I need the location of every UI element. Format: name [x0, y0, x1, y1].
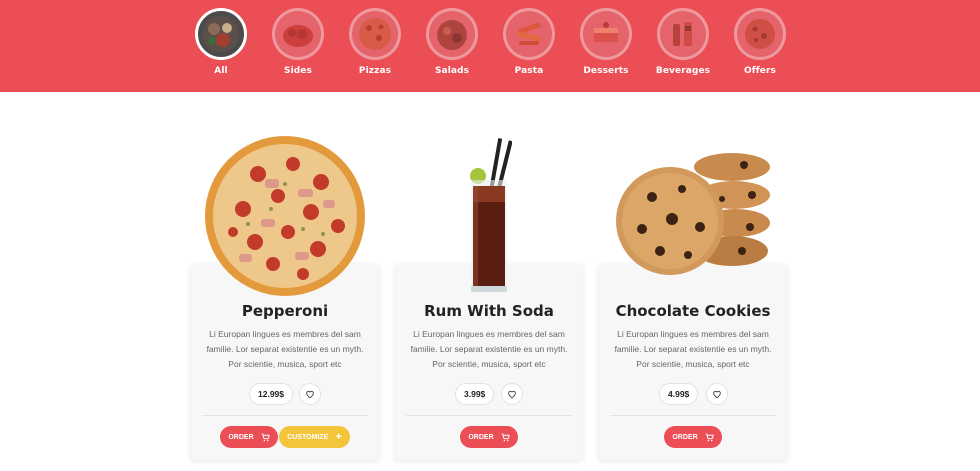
price-badge: 4.99$ [659, 383, 699, 405]
heart-icon [508, 390, 516, 399]
rum-soda-glass-image [470, 138, 512, 292]
product-card-chocolate-cookies: Chocolate Cookies Li Europan lingues es … [599, 264, 787, 460]
product-description: Li Europan lingues es membres del sam fa… [410, 329, 568, 369]
chocolate-cookies-image [616, 153, 770, 275]
cart-icon [501, 433, 510, 441]
order-button[interactable]: ORDER [220, 426, 278, 448]
salad-icon [426, 8, 478, 60]
favorite-button[interactable] [706, 383, 728, 405]
plus-icon: + [335, 430, 342, 443]
product-description: Li Europan lingues es membres del sam fa… [614, 329, 772, 369]
heart-icon [306, 390, 314, 399]
cart-icon [261, 433, 270, 441]
divider [406, 415, 572, 416]
category-label: Offers [744, 66, 776, 76]
favorite-button[interactable] [501, 383, 523, 405]
category-label: Pasta [514, 66, 544, 76]
order-button[interactable]: ORDER [460, 426, 518, 448]
product-title: Pepperoni [241, 302, 329, 320]
category-label: Pizzas [358, 66, 392, 76]
category-label: Salads [434, 66, 470, 76]
category-desserts[interactable]: Desserts [574, 8, 638, 76]
offer-icon [734, 8, 786, 60]
product-description: Li Europan lingues es membres del sam fa… [206, 329, 364, 369]
divider [610, 415, 776, 416]
favorite-button[interactable] [299, 383, 321, 405]
category-pizzas[interactable]: Pizzas [343, 8, 407, 76]
category-offers[interactable]: Offers [728, 8, 792, 76]
price-badge: 3.99$ [455, 383, 495, 405]
category-pasta[interactable]: Pasta [497, 8, 561, 76]
beverage-icon [657, 8, 709, 60]
product-title: Chocolate Cookies [615, 302, 771, 320]
customize-button[interactable]: CUSTOMIZE + [279, 426, 350, 448]
category-sides[interactable]: Sides [266, 8, 330, 76]
category-beverages[interactable]: Beverages [651, 8, 715, 76]
divider [202, 415, 368, 416]
category-all[interactable]: All [189, 8, 253, 76]
sides-icon [272, 8, 324, 60]
order-button[interactable]: ORDER [664, 426, 722, 448]
category-salads[interactable]: Salads [420, 8, 484, 76]
dessert-icon [580, 8, 632, 60]
category-label: All [214, 66, 228, 76]
category-label: Sides [284, 66, 312, 76]
pizza-icon [349, 8, 401, 60]
pepperoni-pizza-image [205, 136, 365, 296]
cart-icon [705, 433, 714, 441]
category-label: Desserts [583, 66, 629, 76]
product-title: Rum With Soda [424, 302, 554, 320]
category-label: Beverages [655, 66, 711, 76]
category-nav: All Sides Pizzas Salads Pasta Desserts B… [0, 0, 980, 92]
heart-icon [713, 390, 721, 399]
price-badge: 12.99$ [249, 383, 293, 405]
pasta-icon [503, 8, 555, 60]
all-food-icon [195, 8, 247, 60]
